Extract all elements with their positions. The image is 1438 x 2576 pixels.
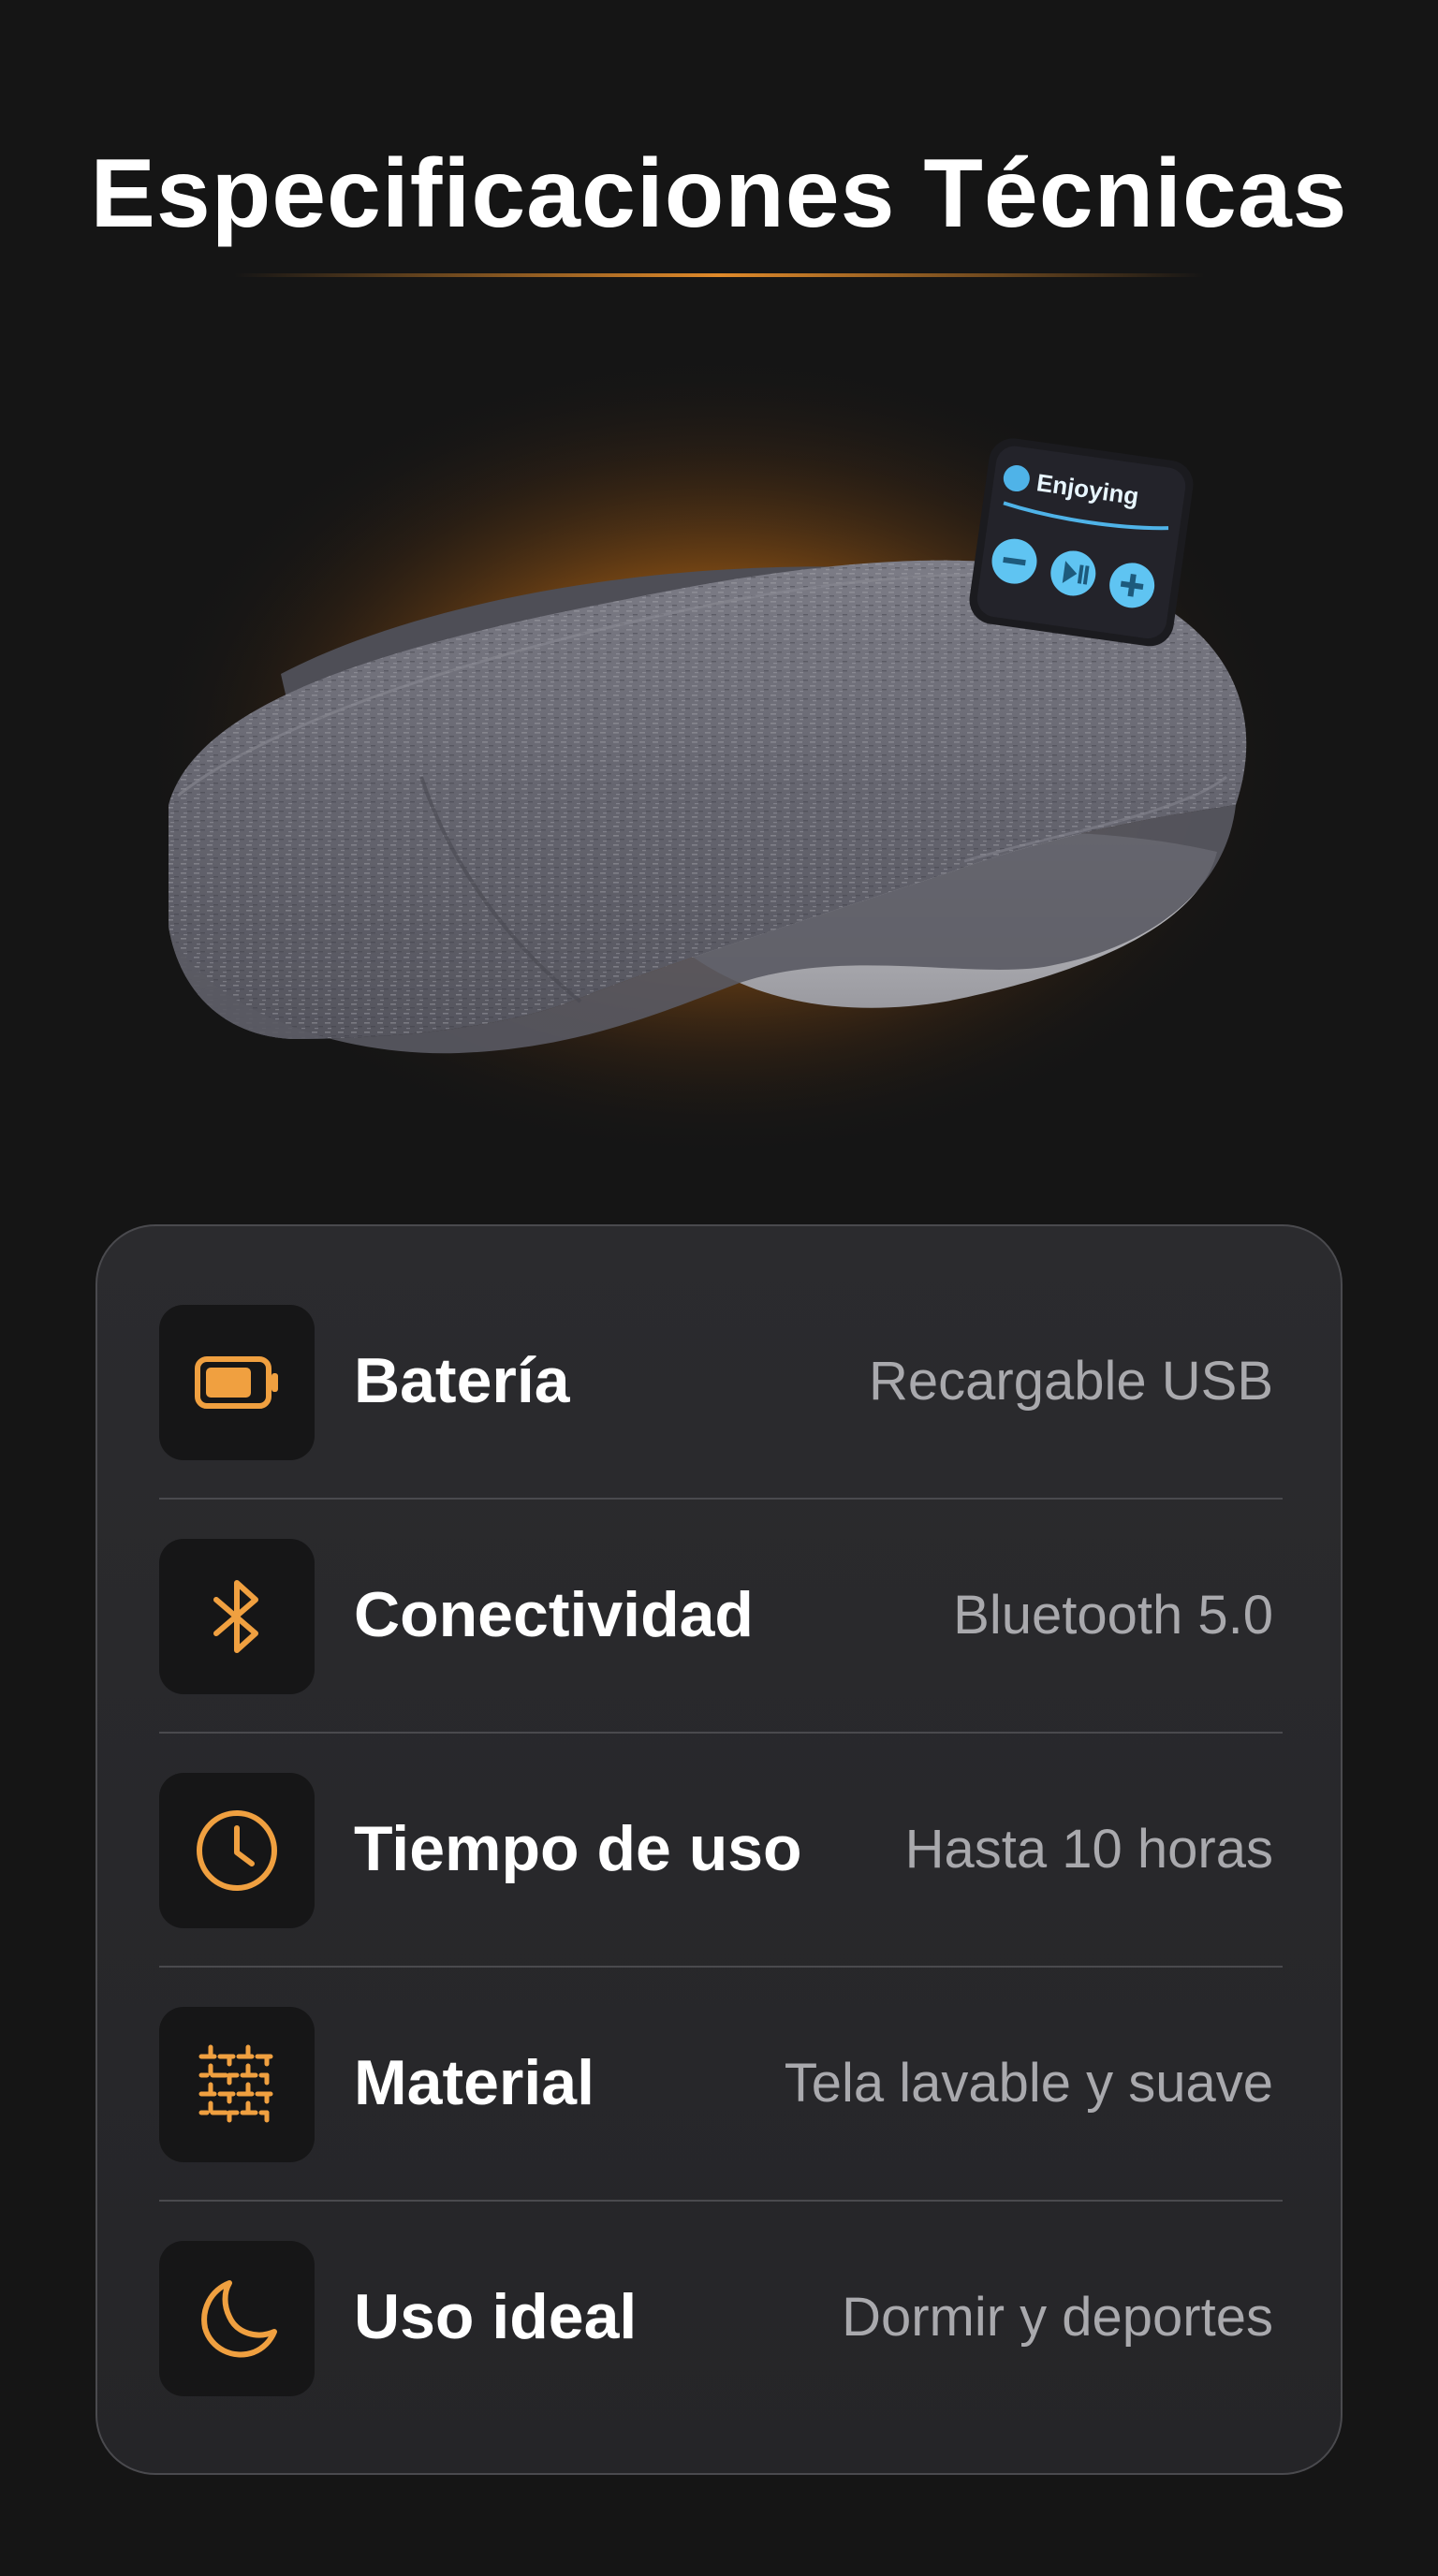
spec-label: Uso ideal: [354, 2281, 638, 2352]
spec-value: Tela lavable y suave: [784, 2053, 1273, 2114]
spec-row-battery: Batería Recargable USB: [159, 1305, 1283, 1464]
spec-value: Recargable USB: [869, 1351, 1273, 1412]
spec-label: Conectividad: [354, 1579, 754, 1650]
spec-value: Hasta 10 horas: [904, 1819, 1273, 1880]
row-divider: [159, 1498, 1283, 1500]
spec-row-ideal-use: Uso ideal Dormir y deportes: [159, 2241, 1283, 2400]
battery-icon: [195, 1356, 278, 1409]
spec-row-connectivity: Conectividad Bluetooth 5.0: [159, 1539, 1283, 1698]
row-divider: [159, 2200, 1283, 2202]
moon-icon-box: [159, 2241, 315, 2396]
spec-value: Bluetooth 5.0: [953, 1585, 1273, 1646]
row-divider: [159, 1966, 1283, 1968]
spec-value: Dormir y deportes: [842, 2287, 1273, 2348]
title-underline: [234, 273, 1204, 277]
page: Especificaciones Técnicas Enjoying Bater…: [0, 0, 1438, 2576]
spec-label: Material: [354, 2047, 594, 2118]
product-image: Enjoying: [140, 365, 1298, 1151]
spec-label: Batería: [354, 1345, 570, 1416]
page-title: Especificaciones Técnicas: [90, 139, 1348, 248]
clock-icon-box: [159, 1773, 315, 1928]
fabric-icon: [198, 2044, 275, 2125]
moon-icon: [201, 2280, 277, 2358]
row-divider: [159, 1732, 1283, 1734]
battery-icon-box: [159, 1305, 315, 1460]
fabric-icon-box: [159, 2007, 315, 2162]
clock-icon: [197, 1810, 277, 1891]
spec-label: Tiempo de uso: [354, 1813, 802, 1884]
bluetooth-icon: [213, 1580, 258, 1653]
bluetooth-icon-box: [159, 1539, 315, 1694]
spec-row-usage-time: Tiempo de uso Hasta 10 horas: [159, 1773, 1283, 1932]
spec-row-material: Material Tela lavable y suave: [159, 2007, 1283, 2166]
specs-card: Batería Recargable USB Conectividad Blue…: [95, 1224, 1343, 2475]
